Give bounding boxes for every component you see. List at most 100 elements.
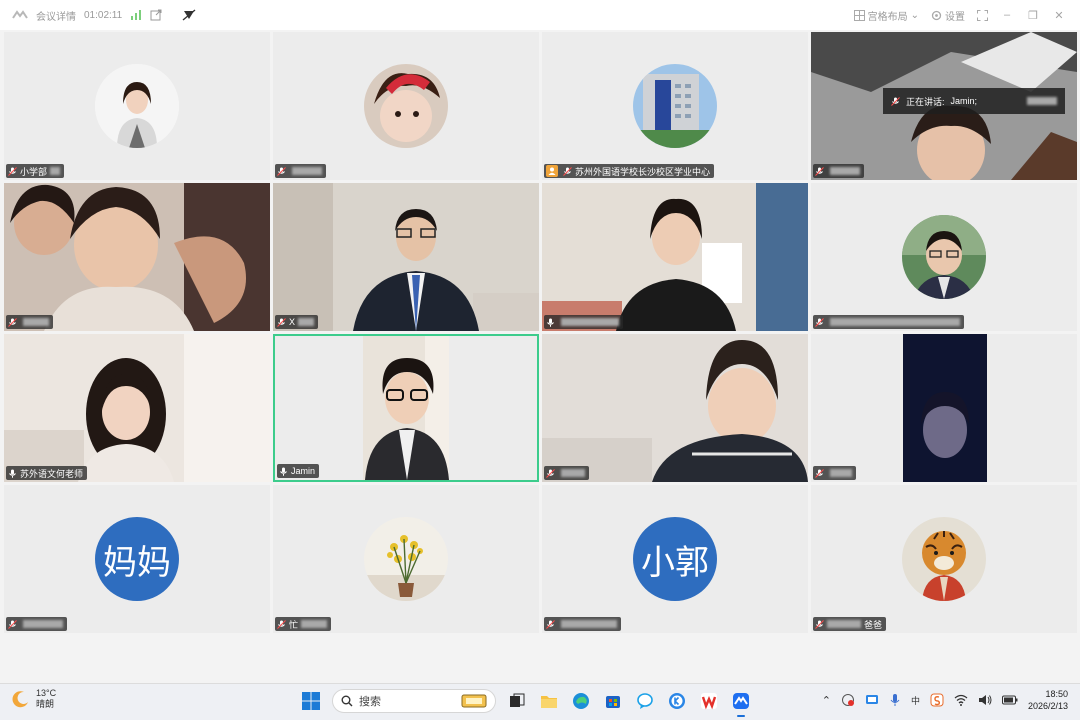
mic-muted-icon xyxy=(8,619,17,629)
participant-tile[interactable] xyxy=(811,334,1077,482)
participant-tile[interactable]: 忙 xyxy=(273,485,539,633)
microphone-icon[interactable] xyxy=(889,693,901,707)
participant-tile[interactable]: 小郭 xyxy=(542,485,808,633)
system-tray: ⌃ 中 18:50 2026/2/13 xyxy=(822,688,1068,712)
participant-tile[interactable] xyxy=(542,183,808,331)
mic-icon xyxy=(280,467,287,476)
participant-video xyxy=(811,334,1077,482)
participant-name: Jamin xyxy=(291,466,316,476)
share-link-icon[interactable] xyxy=(150,9,162,21)
participant-tile[interactable]: 正在讲话: Jamin; xyxy=(811,32,1077,180)
participant-tile[interactable] xyxy=(542,334,808,482)
participant-name-tag: 爸爸 xyxy=(813,617,887,631)
input-method-indicator[interactable]: 中 xyxy=(911,694,920,707)
gear-icon xyxy=(931,10,942,20)
speaking-prefix: 正在讲话: xyxy=(906,96,945,107)
settings-button[interactable]: 设置 xyxy=(931,8,965,23)
edge-browser-button[interactable] xyxy=(570,690,592,712)
taskbar-apps: 搜索 xyxy=(300,689,752,717)
participant-video xyxy=(275,336,537,480)
participant-tile[interactable]: 爸爸 xyxy=(811,485,1077,633)
store-button[interactable] xyxy=(602,690,624,712)
participant-video xyxy=(4,183,270,331)
participant-tile[interactable]: 小学部 xyxy=(4,32,270,180)
participant-tile[interactable]: 苏外语文何老师 xyxy=(4,334,270,482)
edge-icon xyxy=(573,693,589,709)
close-button[interactable]: ✕ xyxy=(1052,9,1066,22)
meeting-details-link[interactable]: 会议详情 xyxy=(36,8,76,23)
participant-video xyxy=(542,183,808,331)
minimize-button[interactable]: – xyxy=(1000,9,1014,21)
participant-video xyxy=(4,334,270,482)
fullscreen-icon[interactable] xyxy=(977,9,988,21)
participant-name-tag xyxy=(544,315,623,329)
no-recording-icon[interactable] xyxy=(182,9,196,21)
mic-muted-icon xyxy=(546,619,555,629)
k-app-icon xyxy=(669,693,685,709)
participant-name-tag xyxy=(6,315,53,329)
grid-layout-button[interactable]: 宫格布局 ⌄ xyxy=(853,8,919,23)
participant-tile[interactable]: 苏州外国语学校长沙校区学业中心 xyxy=(542,32,808,180)
participant-tile[interactable] xyxy=(273,32,539,180)
host-badge-icon xyxy=(546,165,558,177)
start-button[interactable] xyxy=(300,690,322,712)
file-explorer-button[interactable] xyxy=(538,690,560,712)
participant-name-tag: 忙 xyxy=(275,617,332,631)
participant-name-tag xyxy=(813,466,856,480)
wps-office-button[interactable] xyxy=(698,690,720,712)
participant-name-tag xyxy=(6,617,67,631)
wifi-icon[interactable] xyxy=(954,694,968,706)
participant-avatar xyxy=(95,64,179,148)
mic-muted-icon xyxy=(277,166,286,176)
participant-avatar xyxy=(633,64,717,148)
taskbar-search-box[interactable]: 搜索 xyxy=(332,689,496,713)
grid-layout-icon xyxy=(853,9,865,21)
participant-tile[interactable]: X xyxy=(273,183,539,331)
participant-video xyxy=(273,183,539,331)
meeting-titlebar: 会议详情 01:02:11 宫格布局 ⌄ 设置 – ❐ ✕ xyxy=(0,0,1080,30)
mic-muted-icon xyxy=(277,317,286,327)
mic-icon xyxy=(547,318,554,327)
task-view-button[interactable] xyxy=(506,690,528,712)
mic-icon xyxy=(891,96,900,106)
signal-bars-icon[interactable] xyxy=(130,10,142,20)
mic-muted-icon xyxy=(8,166,17,176)
screen-record-icon[interactable] xyxy=(841,693,855,707)
tencent-meeting-taskbar-button[interactable] xyxy=(730,690,752,717)
participant-name: 爸爸 xyxy=(864,619,883,630)
weather-widget[interactable]: 13°C 晴朗 xyxy=(12,688,56,710)
maximize-button[interactable]: ❐ xyxy=(1026,9,1040,22)
mic-muted-icon xyxy=(277,619,286,629)
chevron-down-icon: ⌄ xyxy=(910,9,919,21)
weather-condition: 晴朗 xyxy=(36,699,55,709)
participant-tile[interactable] xyxy=(4,183,270,331)
chat-app-button[interactable] xyxy=(634,690,656,712)
task-view-icon xyxy=(510,693,525,707)
participant-tile-active-speaker[interactable]: Jamin xyxy=(273,334,539,482)
mic-muted-icon xyxy=(815,468,824,478)
mic-muted-icon xyxy=(815,317,824,327)
clock-time: 18:50 xyxy=(1045,689,1068,699)
meeting-duration: 01:02:11 xyxy=(84,9,123,21)
participant-tile[interactable]: 妈妈 xyxy=(4,485,270,633)
mic-icon xyxy=(9,469,16,478)
chat-bubble-icon xyxy=(637,693,653,709)
chevron-up-icon[interactable]: ⌃ xyxy=(822,694,831,707)
participant-name: 苏州外国语学校长沙校区学业中心 xyxy=(575,166,711,177)
text-avatar: 小郭 xyxy=(633,517,717,601)
grid-layout-label: 宫格布局 xyxy=(867,11,908,23)
participant-video xyxy=(542,334,808,482)
sogou-input-icon[interactable] xyxy=(930,693,944,707)
volume-icon[interactable] xyxy=(978,694,992,706)
settings-label: 设置 xyxy=(945,11,965,23)
remote-assist-icon[interactable] xyxy=(865,693,879,707)
wps-icon xyxy=(701,693,717,710)
participant-tile[interactable] xyxy=(811,183,1077,331)
battery-icon[interactable] xyxy=(1001,695,1018,705)
k-app-button[interactable] xyxy=(666,690,688,712)
participant-name-tag: Jamin xyxy=(277,464,320,478)
store-icon xyxy=(606,696,620,708)
system-clock[interactable]: 18:50 2026/2/13 xyxy=(1028,688,1068,712)
moon-icon xyxy=(12,691,28,708)
participant-name: 小学部 xyxy=(20,166,48,177)
